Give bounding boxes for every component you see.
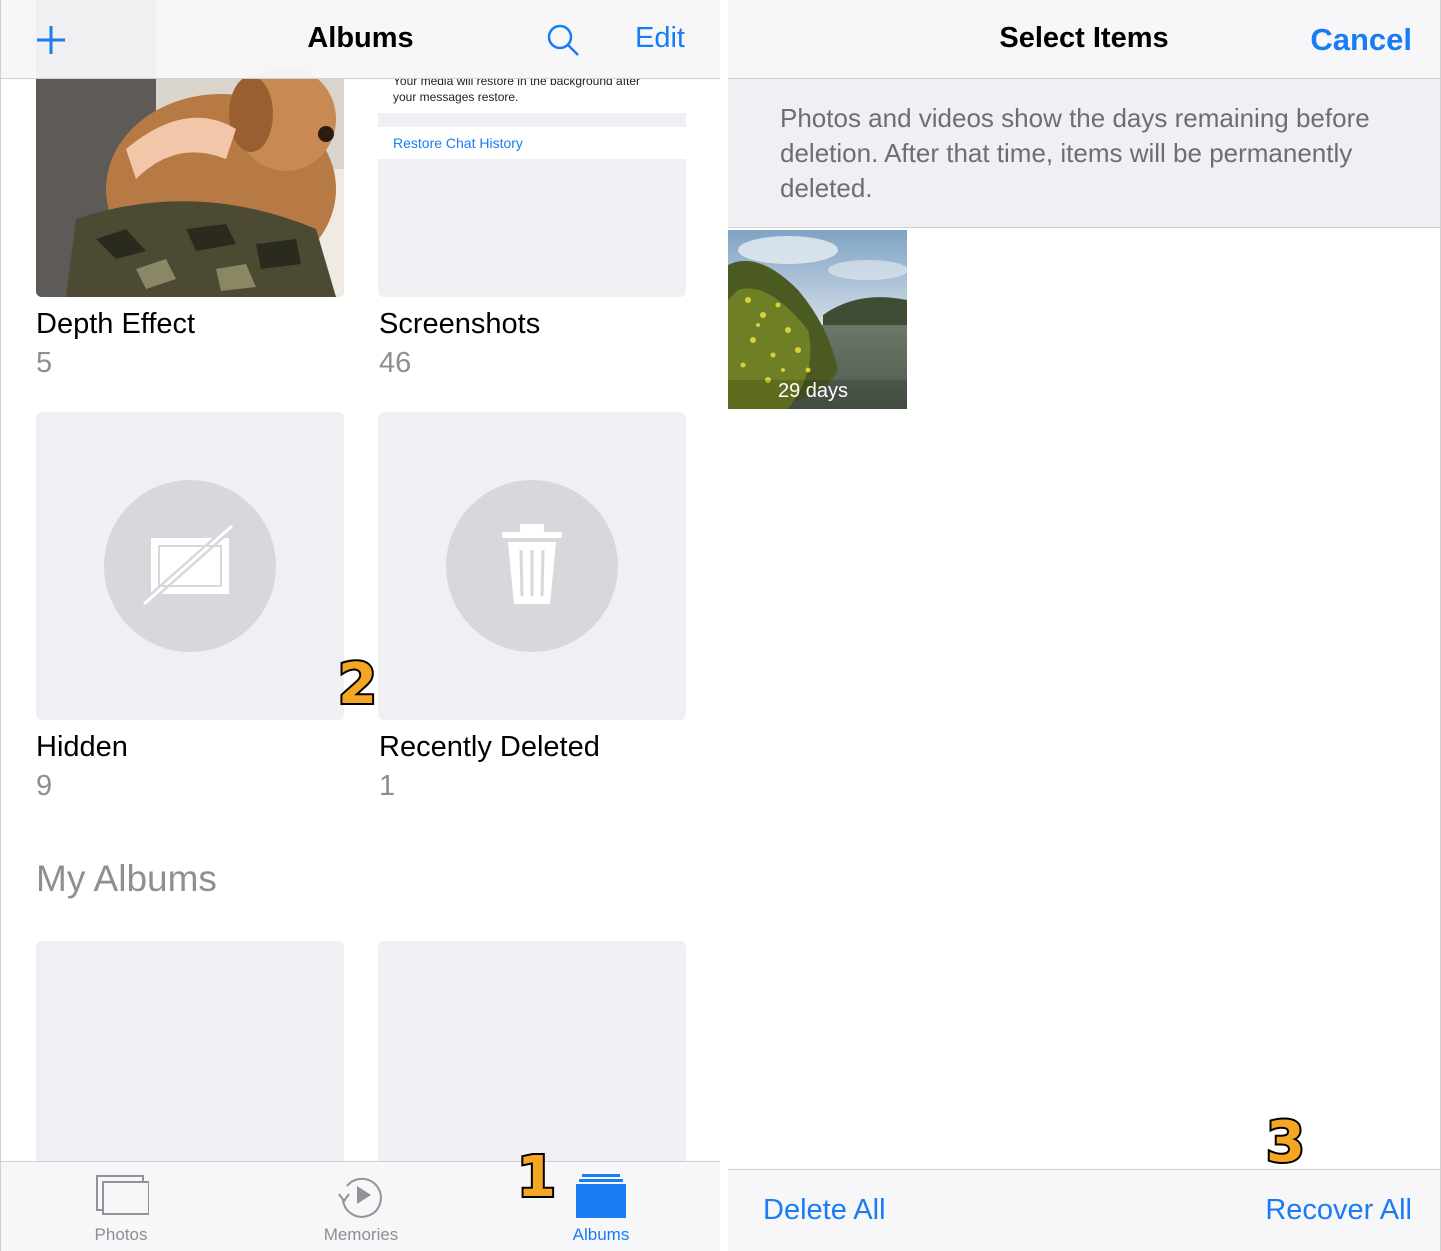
recovery-toolbar: Delete All Recover All [728,1169,1440,1251]
delete-all-button[interactable]: Delete All [763,1194,886,1227]
tab-photos[interactable]: Photos [1,1162,241,1251]
trash-icon [502,524,562,604]
recover-all-button[interactable]: Recover All [1265,1194,1412,1227]
screenshot-link: Restore Chat History [393,135,523,151]
select-nav-bar: Select Items Cancel [728,0,1440,79]
cancel-button[interactable]: Cancel [1310,22,1412,58]
photos-tab-icon [96,1175,149,1215]
edit-button[interactable]: Edit [635,22,685,55]
tab-albums-label: Albums [572,1225,630,1244]
hidden-icon-background [104,480,276,652]
albums-nav-bar: Albums Edit [1,0,720,79]
album-count-screenshots: 46 [379,347,412,379]
tab-memories[interactable]: Memories [241,1162,481,1251]
my-albums-heading: My Albums [36,858,217,899]
search-icon[interactable] [545,22,581,58]
deletion-info-text: Photos and videos show the days remainin… [780,103,1370,203]
step-marker-2: 2 [336,650,379,719]
screenshot-divider [378,113,686,127]
days-remaining-label: 29 days [778,380,849,402]
screenshot-text-line-2: your messages restore. [393,90,519,104]
tab-bar: Photos Memories Albums [1,1161,720,1251]
album-count-recently-deleted: 1 [379,770,396,802]
trash-icon-background [446,480,618,652]
album-title-recently-deleted: Recently Deleted [379,731,600,763]
albums-screen: Albums Edit Depth Effect 5 Your media wi… [0,0,720,1251]
tab-photos-label: Photos [94,1225,148,1244]
album-title-hidden: Hidden [36,731,128,763]
step-marker-1: 1 [515,1143,558,1212]
album-count-hidden: 9 [36,770,53,802]
memories-tab-icon [338,1177,382,1218]
deletion-info-banner: Photos and videos show the days remainin… [728,79,1440,228]
step-marker-3: 3 [1264,1108,1307,1177]
album-title-screenshots: Screenshots [379,308,541,340]
album-thumbnail-recently-deleted[interactable] [378,412,686,720]
hidden-icon [141,523,235,607]
deleted-photo[interactable]: 29 days [728,230,907,409]
album-count-depth-effect: 5 [36,347,53,379]
albums-tab-icon [576,1174,626,1218]
page-title: Albums [307,22,414,54]
tab-memories-label: Memories [323,1225,399,1244]
panel-gap [720,0,728,1251]
recently-deleted-select-screen: Select Items Cancel Photos and videos sh… [728,0,1441,1251]
album-thumbnail-hidden[interactable] [36,412,344,720]
album-title-depth-effect: Depth Effect [36,308,196,340]
